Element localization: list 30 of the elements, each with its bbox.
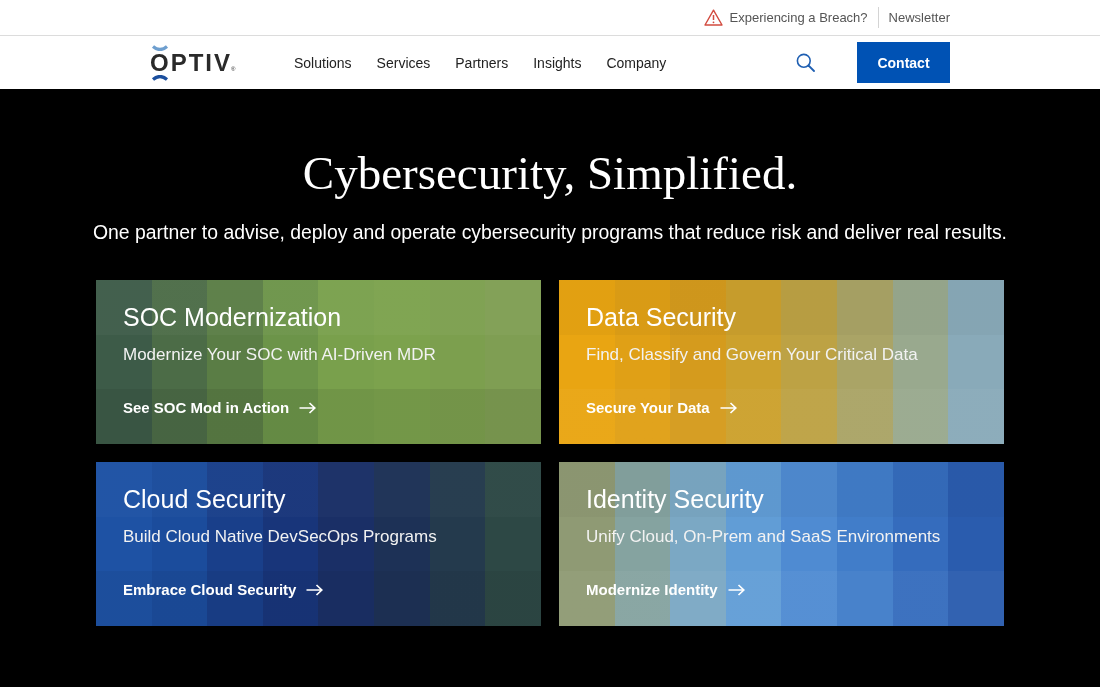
card-title: SOC Modernization	[123, 302, 343, 332]
logo-wordmark: OPTIV	[150, 52, 232, 73]
nav-link[interactable]: Partners	[455, 53, 509, 72]
card-link[interactable]: See SOC Mod in Action	[123, 398, 317, 418]
nav-link[interactable]: Services	[376, 53, 431, 72]
hero-title: Cybersecurity, Simplified.	[301, 146, 799, 201]
logo-arc-icon	[151, 74, 169, 81]
nav-link[interactable]: Insights	[533, 53, 582, 72]
card-title: Cloud Security	[123, 484, 287, 514]
card-title: Identity Security	[586, 484, 765, 514]
arrow-icon	[727, 584, 745, 596]
card-link[interactable]: Embrace Cloud Security	[123, 580, 324, 600]
search-icon	[796, 53, 815, 72]
card-subtitle: Find, Classify and Govern Your Critical Data	[586, 344, 919, 366]
utility-link[interactable]: Newsletter	[888, 9, 950, 26]
nav-link[interactable]: Company	[606, 53, 667, 72]
card-subtitle: Modernize Your SOC with AI-Driven MDR	[123, 344, 437, 366]
nav-link[interactable]: Solutions	[294, 53, 352, 72]
card-title: Data Security	[586, 302, 738, 332]
search-button[interactable]	[796, 53, 815, 72]
logo-arc-icon	[151, 44, 169, 51]
contact-button[interactable]: Contact	[857, 42, 950, 83]
card-subtitle: Build Cloud Native DevSecOps Programs	[123, 526, 438, 548]
warning-icon	[703, 9, 723, 26]
arrow-icon	[299, 402, 317, 414]
arrow-icon	[719, 402, 737, 414]
arrow-icon	[306, 584, 324, 596]
hero-subtitle: One partner to advise, deploy and operate cybersecurity programs that reduce risk and deliver real results.	[92, 220, 1008, 244]
card-subtitle: Unify Cloud, On-Prem and SaaS Environments	[586, 526, 942, 548]
breach-link[interactable]: Experiencing a Breach?	[703, 9, 868, 26]
